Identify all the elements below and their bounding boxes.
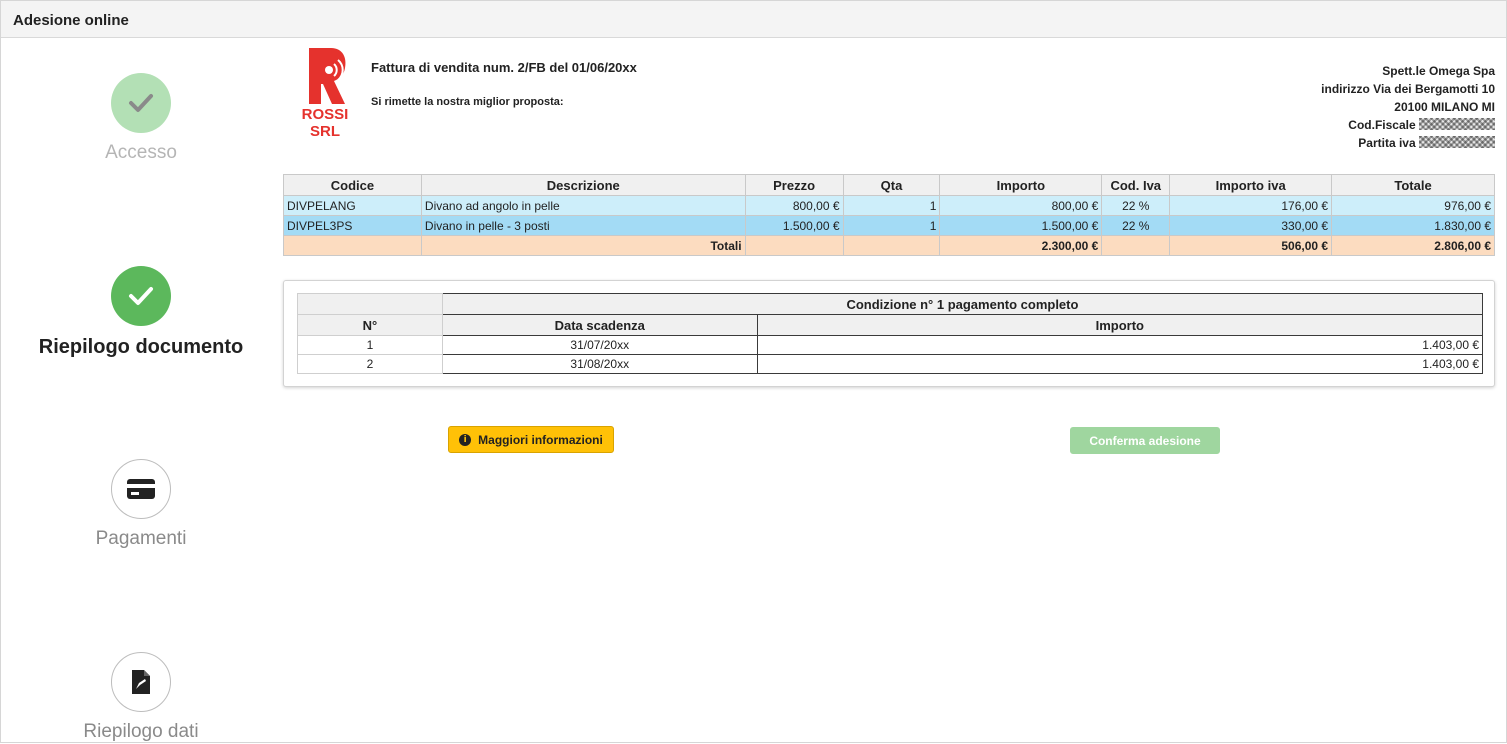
step-riepilogo-dati[interactable]: Riepilogo dati xyxy=(1,652,281,743)
table-header-row: N° Data scadenza Importo xyxy=(297,314,1484,336)
cell-numero: 1 xyxy=(297,335,443,355)
table-header-row: Codice Descrizione Prezzo Qta Importo Co… xyxy=(283,174,1495,196)
empty-cell xyxy=(842,235,941,256)
invoice-items-table: Codice Descrizione Prezzo Qta Importo Co… xyxy=(283,174,1495,256)
column-header: Data scadenza xyxy=(441,314,758,336)
totals-row: Totali 2.300,00 € 506,00 € 2.806,00 € xyxy=(283,235,1495,256)
cell-descrizione: Divano ad angolo in pelle xyxy=(420,195,746,216)
total-importo-iva: 506,00 € xyxy=(1169,235,1333,256)
info-circle-icon: i xyxy=(459,433,472,446)
payment-condition-title: Condizione n° 1 pagamento completo xyxy=(441,293,1484,315)
empty-cell xyxy=(297,293,443,315)
check-icon xyxy=(111,266,171,326)
payment-panel: Condizione n° 1 pagamento completo N° Da… xyxy=(283,280,1495,387)
credit-card-icon xyxy=(111,459,171,519)
column-header: Importo xyxy=(939,174,1103,196)
proposal-text: Si rimette la nostra miglior proposta: xyxy=(371,96,564,108)
cell-importo: 1.500,00 € xyxy=(939,215,1103,236)
column-header: Qta xyxy=(842,174,941,196)
condition-row: Condizione n° 1 pagamento completo xyxy=(297,293,1484,315)
column-header: Importo iva xyxy=(1169,174,1333,196)
table-row: 2 31/08/20xx 1.403,00 € xyxy=(297,354,1484,374)
table-row: DIVPEL3PS Divano in pelle - 3 posti 1.50… xyxy=(283,215,1495,236)
table-row: 1 31/07/20xx 1.403,00 € xyxy=(297,335,1484,355)
column-header: N° xyxy=(297,314,443,336)
recipient-address: indirizzo Via dei Bergamotti 10 xyxy=(1321,82,1495,96)
cell-cod-iva: 22 % xyxy=(1101,215,1171,236)
company-logo-text: ROSSI SRL xyxy=(301,106,349,140)
cod-fiscale-label: Cod.Fiscale xyxy=(1348,118,1416,132)
step-label: Riepilogo documento xyxy=(38,336,244,358)
cell-codice: DIVPELANG xyxy=(283,195,422,216)
more-info-button[interactable]: i Maggiori informazioni xyxy=(448,426,614,453)
cell-data-scadenza: 31/07/20xx xyxy=(441,335,758,355)
recipient-partita-iva: Partita iva xyxy=(1321,134,1495,152)
step-pagamenti[interactable]: Pagamenti xyxy=(1,459,281,550)
cell-numero: 2 xyxy=(297,354,443,374)
total-totale: 2.806,00 € xyxy=(1331,235,1495,256)
cell-cod-iva: 22 % xyxy=(1101,195,1171,216)
recipient-city: 20100 MILANO MI xyxy=(1394,100,1495,114)
cell-totale: 976,00 € xyxy=(1331,195,1495,216)
recipient-name: Spett.le Omega Spa xyxy=(1382,64,1495,78)
cell-importo: 1.403,00 € xyxy=(756,335,1484,355)
cell-data-scadenza: 31/08/20xx xyxy=(441,354,758,374)
redacted-value xyxy=(1419,118,1495,130)
total-importo: 2.300,00 € xyxy=(939,235,1103,256)
empty-cell xyxy=(744,235,844,256)
file-signature-icon xyxy=(111,652,171,712)
table-row: DIVPELANG Divano ad angolo in pelle 800,… xyxy=(283,195,1495,216)
invoice-title: Fattura di vendita num. 2/FB del 01/06/2… xyxy=(371,60,637,75)
app-window: Adesione online Accesso Riepilogo docume… xyxy=(0,0,1507,743)
cell-importo-iva: 330,00 € xyxy=(1169,215,1333,236)
column-header: Cod. Iva xyxy=(1101,174,1171,196)
wizard-stepper: Accesso Riepilogo documento Pagamenti Ri… xyxy=(1,38,281,744)
cell-importo: 1.403,00 € xyxy=(756,354,1484,374)
step-label: Accesso xyxy=(105,142,177,163)
recipient-block: Spett.le Omega Spa indirizzo Via dei Ber… xyxy=(1321,62,1495,152)
cell-qta: 1 xyxy=(842,215,941,236)
column-header: Importo xyxy=(756,314,1484,336)
cell-qta: 1 xyxy=(842,195,941,216)
step-accesso[interactable]: Accesso xyxy=(1,73,281,164)
company-logo: ROSSI SRL xyxy=(287,46,359,140)
cell-importo-iva: 176,00 € xyxy=(1169,195,1333,216)
column-header: Codice xyxy=(283,174,422,196)
empty-cell xyxy=(283,235,422,256)
redacted-value xyxy=(1419,136,1495,148)
column-header: Prezzo xyxy=(744,174,844,196)
check-icon xyxy=(111,73,171,133)
window-title: Adesione online xyxy=(1,1,1506,38)
empty-cell xyxy=(1101,235,1171,256)
payment-schedule-table: Condizione n° 1 pagamento completo N° Da… xyxy=(297,293,1484,374)
cell-totale: 1.830,00 € xyxy=(1331,215,1495,236)
cell-prezzo: 1.500,00 € xyxy=(744,215,844,236)
cell-importo: 800,00 € xyxy=(939,195,1103,216)
step-label: Riepilogo dati xyxy=(83,721,199,742)
partita-iva-label: Partita iva xyxy=(1358,136,1416,150)
confirm-adhesion-button[interactable]: Conferma adesione xyxy=(1070,427,1220,454)
column-header: Totale xyxy=(1331,174,1495,196)
cell-codice: DIVPEL3PS xyxy=(283,215,422,236)
step-label: Pagamenti xyxy=(95,528,187,549)
recipient-cod-fiscale: Cod.Fiscale xyxy=(1321,116,1495,134)
cell-descrizione: Divano in pelle - 3 posti xyxy=(420,215,746,236)
step-riepilogo-documento[interactable]: Riepilogo documento xyxy=(1,266,281,359)
more-info-label: Maggiori informazioni xyxy=(478,432,603,447)
column-header: Descrizione xyxy=(420,174,746,196)
totals-label: Totali xyxy=(420,235,746,256)
cell-prezzo: 800,00 € xyxy=(744,195,844,216)
